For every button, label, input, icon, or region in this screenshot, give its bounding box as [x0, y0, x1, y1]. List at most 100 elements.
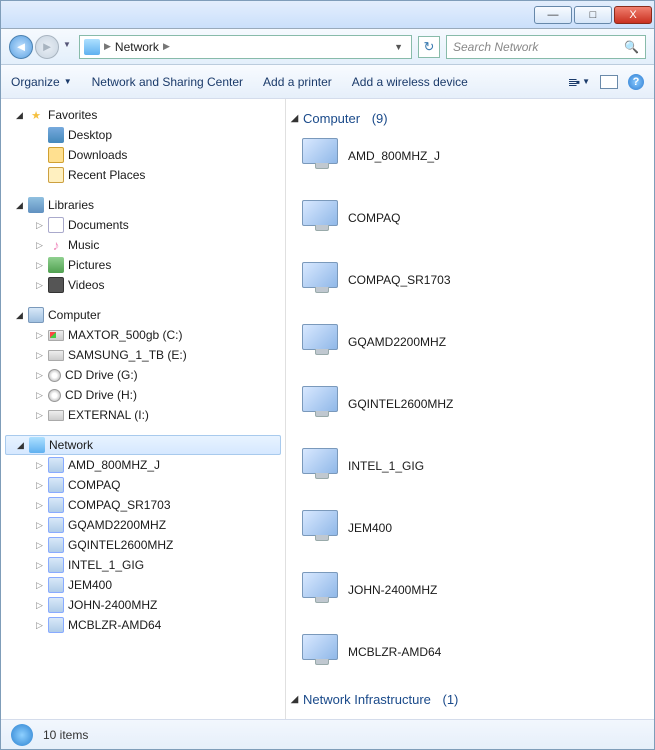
add-printer[interactable]: Add a printer: [263, 75, 332, 89]
pc-icon: [48, 577, 64, 593]
tree-drive-c[interactable]: ▷MAXTOR_500gb (C:): [1, 325, 285, 345]
status-bar: 10 items: [1, 719, 654, 749]
nav-bar: ◄ ► ▼ ▶ Network ▶ ▼ ↻ Search Network 🔍: [1, 29, 654, 65]
libraries-icon: [28, 197, 44, 213]
tree-pictures[interactable]: ▷Pictures: [1, 255, 285, 275]
network-computer[interactable]: GQINTEL2600MHZ: [290, 382, 648, 426]
tree-netpc[interactable]: ▷MCBLZR-AMD64: [1, 615, 285, 635]
computer-icon: [300, 324, 340, 360]
refresh-button[interactable]: ↻: [418, 36, 440, 58]
network-computer[interactable]: AMD_800MHZ_J: [290, 134, 648, 178]
address-segment-network[interactable]: Network: [115, 40, 159, 54]
pc-icon: [48, 457, 64, 473]
tree-netpc[interactable]: ▷JEM400: [1, 575, 285, 595]
videos-icon: [48, 277, 64, 293]
maximize-button[interactable]: □: [574, 6, 612, 24]
pc-icon: [48, 497, 64, 513]
cd-icon: [48, 369, 61, 382]
computer-icon: [300, 634, 340, 670]
drive-icon: [48, 410, 64, 421]
network-computer[interactable]: COMPAQ_SR1703: [290, 258, 648, 302]
tree-netpc[interactable]: ▷COMPAQ: [1, 475, 285, 495]
tree-desktop[interactable]: Desktop: [1, 125, 285, 145]
libraries-node[interactable]: ◢Libraries: [1, 195, 285, 215]
command-bar: Organize▼ Network and Sharing Center Add…: [1, 65, 654, 99]
tree-documents[interactable]: ▷Documents: [1, 215, 285, 235]
network-computer[interactable]: INTEL_1_GIG: [290, 444, 648, 488]
computer-icon: [300, 386, 340, 422]
preview-pane-button[interactable]: [600, 75, 618, 89]
tree-netpc[interactable]: ▷AMD_800MHZ_J: [1, 455, 285, 475]
favorites-node[interactable]: ◢★Favorites: [1, 105, 285, 125]
organize-menu[interactable]: Organize▼: [11, 75, 72, 89]
pc-icon: [48, 477, 64, 493]
tree-netpc[interactable]: ▷GQAMD2200MHZ: [1, 515, 285, 535]
network-icon: [84, 39, 100, 55]
music-icon: ♪: [48, 237, 64, 253]
network-computer[interactable]: COMPAQ: [290, 196, 648, 240]
group-infrastructure[interactable]: ◢Network Infrastructure (1): [290, 692, 648, 707]
tree-music[interactable]: ▷♪Music: [1, 235, 285, 255]
tree-recent[interactable]: Recent Places: [1, 165, 285, 185]
group-computer[interactable]: ◢Computer (9): [290, 111, 648, 126]
star-icon: ★: [28, 107, 44, 123]
network-computer[interactable]: GQAMD2200MHZ: [290, 320, 648, 364]
computer-icon: [300, 510, 340, 546]
tree-downloads[interactable]: Downloads: [1, 145, 285, 165]
pc-icon: [48, 597, 64, 613]
search-placeholder: Search Network: [453, 40, 538, 54]
explorer-window: — □ X ◄ ► ▼ ▶ Network ▶ ▼ ↻ Search Netwo…: [0, 0, 655, 750]
pc-icon: [48, 537, 64, 553]
tree-netpc[interactable]: ▷COMPAQ_SR1703: [1, 495, 285, 515]
titlebar: — □ X: [1, 1, 654, 29]
address-bar[interactable]: ▶ Network ▶ ▼: [79, 35, 412, 59]
computer-icon: [300, 138, 340, 174]
network-node[interactable]: ◢Network: [5, 435, 281, 455]
back-button[interactable]: ◄: [9, 35, 33, 59]
add-wireless[interactable]: Add a wireless device: [352, 75, 468, 89]
navigation-pane: ◢★Favorites Desktop Downloads Recent Pla…: [1, 99, 286, 719]
tree-drive-g[interactable]: ▷CD Drive (G:): [1, 365, 285, 385]
search-icon: 🔍: [624, 40, 639, 54]
recent-icon: [48, 167, 64, 183]
tree-drive-i[interactable]: ▷EXTERNAL (I:): [1, 405, 285, 425]
view-menu[interactable]: ≣▪▼: [568, 75, 590, 89]
pictures-icon: [48, 257, 64, 273]
network-icon: [11, 724, 33, 746]
tree-netpc[interactable]: ▷INTEL_1_GIG: [1, 555, 285, 575]
address-dropdown[interactable]: ▼: [390, 42, 407, 52]
close-button[interactable]: X: [614, 6, 652, 24]
computer-icon: [300, 448, 340, 484]
pc-icon: [48, 517, 64, 533]
tree-drive-h[interactable]: ▷CD Drive (H:): [1, 385, 285, 405]
drive-icon: [48, 330, 64, 341]
forward-button[interactable]: ►: [35, 35, 59, 59]
network-sharing-center[interactable]: Network and Sharing Center: [92, 75, 243, 89]
minimize-button[interactable]: —: [534, 6, 572, 24]
tree-netpc[interactable]: ▷JOHN-2400MHZ: [1, 595, 285, 615]
tree-drive-e[interactable]: ▷SAMSUNG_1_TB (E:): [1, 345, 285, 365]
tree-netpc[interactable]: ▷GQINTEL2600MHZ: [1, 535, 285, 555]
computer-icon: [28, 307, 44, 323]
cd-icon: [48, 389, 61, 402]
item-count: 10 items: [43, 728, 88, 742]
documents-icon: [48, 217, 64, 233]
help-button[interactable]: ?: [628, 74, 644, 90]
computer-icon: [300, 200, 340, 236]
network-computer[interactable]: JOHN-2400MHZ: [290, 568, 648, 612]
chevron-icon[interactable]: ▶: [163, 41, 170, 52]
pc-icon: [48, 617, 64, 633]
network-icon: [29, 437, 45, 453]
drive-icon: [48, 350, 64, 361]
pc-icon: [48, 557, 64, 573]
tree-videos[interactable]: ▷Videos: [1, 275, 285, 295]
network-computer[interactable]: JEM400: [290, 506, 648, 550]
search-box[interactable]: Search Network 🔍: [446, 35, 646, 59]
history-dropdown[interactable]: ▼: [61, 35, 73, 55]
desktop-icon: [48, 127, 64, 143]
chevron-icon: ▶: [104, 41, 111, 52]
computer-node[interactable]: ◢Computer: [1, 305, 285, 325]
content-pane: ◢Computer (9) AMD_800MHZ_J COMPAQ COMPAQ…: [286, 99, 654, 719]
computer-icon: [300, 572, 340, 608]
network-computer[interactable]: MCBLZR-AMD64: [290, 630, 648, 674]
